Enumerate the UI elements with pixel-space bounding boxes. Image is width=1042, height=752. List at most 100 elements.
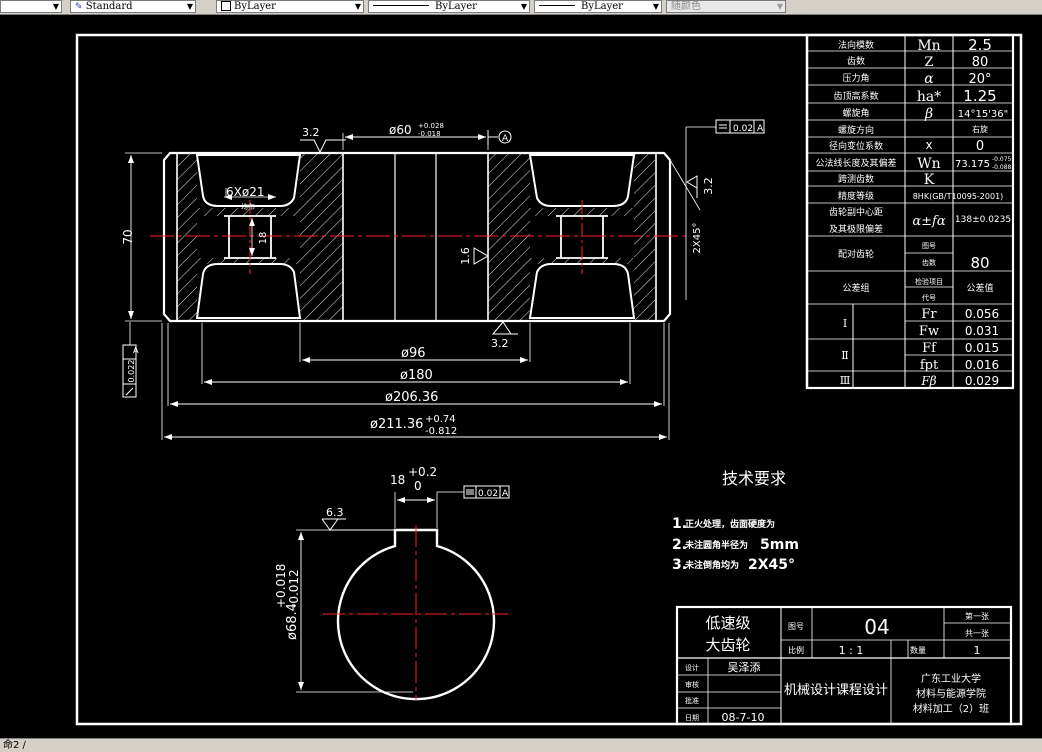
side-tol-datum: A [133, 346, 139, 355]
tech-item2: 未注圆角半径为 [684, 539, 748, 551]
param-label: 配对齿轮 [838, 248, 874, 260]
param-sub: 图号 [922, 242, 936, 250]
keyway-width-lower: 0 [414, 479, 422, 493]
drawing-canvas[interactable]: 70 ø60 +0.028 -0.018 A 3.2 3.2 3.2 1.6 0… [0, 14, 1042, 738]
course-name: 机械设计课程设计 [784, 683, 888, 698]
dim-holes: 6Xø21 [226, 185, 264, 199]
param-symbol: Mn [917, 38, 940, 54]
param-value: 138±0.0235 [955, 215, 1011, 225]
dim-d21136-upper: +0.74 [425, 414, 456, 425]
param-label: 跨测齿数 [838, 173, 874, 185]
tol-group-label: Ⅱ [841, 349, 848, 362]
param-value: 2.5 [968, 36, 992, 54]
linetype-sample-icon [373, 5, 429, 6]
tol-value: 0.029 [965, 374, 999, 388]
roughness-bore-value: 1.6 [459, 247, 472, 265]
linetype-value: ByLayer [435, 1, 477, 12]
param-symbol: x [925, 138, 932, 152]
param-value: 14°15'36" [958, 109, 1009, 120]
keyway-width: 18 [390, 473, 405, 487]
lineweight-sample-icon [539, 5, 575, 6]
param-symbol: Z [924, 55, 933, 70]
tech-title: 技术要求 [722, 469, 786, 488]
sheet-no: 第一张 [965, 611, 989, 621]
tol-group-label: Ⅲ [840, 374, 851, 387]
roughness-right-value: 3.2 [702, 177, 715, 195]
param-value: 1.25 [963, 87, 996, 105]
school-line1: 广东工业大学 [921, 672, 981, 685]
color-swatch-icon [221, 1, 231, 11]
title-block-text: 低速级 大齿轮 图号 04 第一张 共一张 比例 1 : 1 数量 1 设计 吴… [685, 611, 989, 724]
layer-value: ByLayer [234, 1, 276, 12]
date-label: 日期 [685, 714, 699, 722]
toolbar-left-combo[interactable]: ▼ [0, 0, 62, 13]
param-sub: 代号 [922, 293, 936, 302]
school-line3: 材料加工（2）班 [913, 702, 989, 715]
param-label: 齿数 [847, 55, 865, 67]
checker-label: 审核 [685, 680, 699, 689]
lineweight-combo[interactable]: ByLayer ▼ [534, 0, 662, 13]
plot-style-combo[interactable]: 随颜色 ▼ [666, 0, 786, 13]
linetype-combo[interactable]: ByLayer ▼ [368, 0, 530, 13]
tech-item1: 正火处理，齿面硬度为 [685, 518, 775, 530]
properties-toolbar: ▼ ✎ Standard ▼ ByLayer ▼ ByLayer ▼ ByLayer ▼… [0, 0, 1042, 15]
command-line[interactable]: 命2 / [0, 738, 1042, 752]
tol-code: Ff [922, 341, 937, 356]
school-line2: 材料与能源学院 [916, 687, 986, 700]
tol-code: fpt [920, 358, 939, 373]
param-symbol: β [924, 106, 933, 122]
chevron-down-icon: ▼ [52, 2, 59, 11]
qty-label: 数量 [910, 645, 926, 655]
param-value: 20° [968, 72, 991, 87]
tol-value: 0.031 [965, 324, 999, 338]
dim-bore: ø60 [389, 123, 412, 137]
runout-datum: A [757, 124, 764, 134]
param-label: 及其极限偏差 [829, 223, 883, 235]
param-value: 80 [970, 254, 989, 272]
dim-height: 70 [121, 229, 135, 244]
designer-label: 设计 [685, 663, 699, 672]
tech-item3-value: 2X45° [748, 557, 795, 573]
param-symbol: α±fα [912, 214, 945, 229]
layer-combo[interactable]: ByLayer ▼ [216, 0, 364, 13]
tech-item3: 未注倒角均为 [684, 559, 739, 571]
dim-bore-upper: +0.028 [418, 122, 444, 130]
tol-code: Fβ [920, 374, 936, 388]
dim-d96: ø96 [401, 346, 426, 361]
dim-holes-sub: 均布 [241, 202, 255, 211]
datum-a-label: A [502, 134, 509, 144]
param-label: 公差组 [842, 282, 869, 294]
param-label: 螺旋角 [842, 107, 869, 119]
param-label: 径向变位系数 [829, 140, 883, 152]
roughness-bottom-value: 3.2 [491, 337, 509, 350]
parameter-table-text: 法向模数 Mn 2.5 齿数 Z 80 压力角 α 20° 齿顶高系数 ha* … [815, 36, 1011, 388]
scale-value: 1 : 1 [839, 644, 864, 657]
param-label: 齿顶高系数 [833, 90, 878, 102]
gear-outline [162, 151, 672, 323]
param-value: 73.175 [955, 159, 990, 170]
runout-tol-value: 0.02 [733, 124, 753, 134]
scale-label: 比例 [788, 645, 804, 655]
keyway-rough: 6.3 [326, 506, 344, 519]
param-value-upper: -0.075 [992, 156, 1012, 163]
drawing-no: 04 [864, 615, 889, 639]
tol-code: Fr [921, 307, 937, 322]
dim-d21136-lower: -0.812 [425, 426, 457, 437]
param-value: 右旋 [972, 124, 988, 134]
text-style-combo[interactable]: ✎ Standard ▼ [70, 0, 196, 13]
approver-label: 批准 [685, 696, 699, 705]
param-value: 公差值 [966, 282, 993, 294]
param-symbol: K [924, 172, 935, 188]
dim-d21136: ø211.36 [370, 417, 423, 432]
chevron-down-icon: ▼ [652, 2, 659, 11]
param-symbol: α [924, 71, 934, 87]
text-style-value: Standard [85, 1, 133, 12]
tol-value: 0.016 [965, 358, 999, 372]
param-value-lower: -0.088 [992, 164, 1012, 171]
param-symbol: Wn [917, 156, 940, 172]
chevron-down-icon: ▼ [776, 2, 783, 11]
dim-chamfer: 2X45° [692, 223, 703, 254]
roughness-top-value: 3.2 [302, 126, 320, 139]
dim-bore-lower: -0.018 [418, 130, 441, 138]
param-value: 0 [976, 139, 984, 154]
